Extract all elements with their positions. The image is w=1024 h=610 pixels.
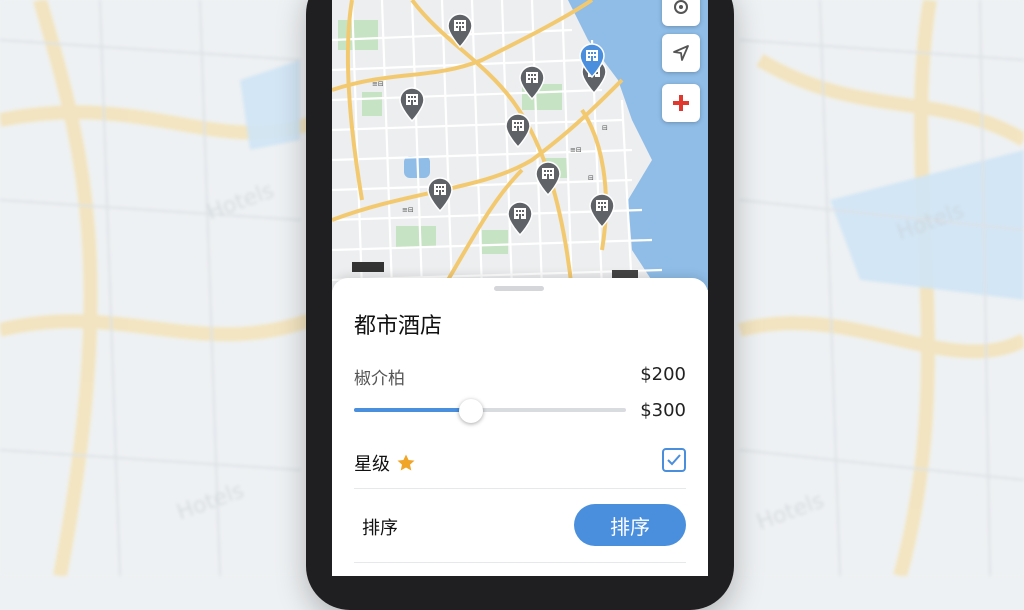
hotel-pin[interactable] <box>398 86 426 123</box>
sort-label: 排序 <box>362 518 398 539</box>
star-rating-label: 星级 <box>354 450 416 476</box>
star-rating-checkbox[interactable] <box>662 448 686 472</box>
price-slider-fill <box>354 408 471 412</box>
drag-handle[interactable] <box>494 286 544 291</box>
hotel-icon <box>399 87 425 123</box>
price-slider-track[interactable] <box>354 408 626 412</box>
price-label: 椒介柏 <box>354 369 405 389</box>
navigate-arrow-icon <box>673 45 689 61</box>
my-location-button[interactable] <box>662 34 700 72</box>
price-slider-thumb[interactable] <box>458 399 483 423</box>
svg-text:⊟: ⊟ <box>602 124 608 132</box>
star-label-text: 星级 <box>354 454 390 475</box>
sheet-title: 都市酒店 <box>354 314 443 339</box>
map-settings-button[interactable] <box>662 0 700 26</box>
price-min-value: $200 <box>640 364 686 385</box>
filter-sheet: 都市酒店 椒介柏 $200 $300 星级 排序 排序 <box>332 278 708 576</box>
price-max-value: $300 <box>640 400 686 421</box>
hotel-icon <box>589 193 615 229</box>
checkmark-icon <box>667 454 681 466</box>
divider-bottom <box>354 562 686 563</box>
svg-text:⊟: ⊟ <box>588 174 594 182</box>
hotel-pin[interactable] <box>506 200 534 237</box>
hotel-pin[interactable] <box>534 160 562 197</box>
hotel-icon <box>579 43 605 79</box>
hotel-pin-selected[interactable] <box>578 42 606 79</box>
svg-text:≡⊟: ≡⊟ <box>402 206 414 214</box>
star-icon <box>397 454 415 471</box>
hotel-icon <box>519 65 545 101</box>
hotel-pin[interactable] <box>518 64 546 101</box>
hotel-icon <box>447 13 473 49</box>
hotel-pin[interactable] <box>504 112 532 149</box>
hospital-layer-button[interactable] <box>662 84 700 122</box>
hospital-icon <box>673 95 689 111</box>
gear-icon <box>674 0 688 14</box>
svg-text:≡⊟: ≡⊟ <box>372 80 384 88</box>
hotel-icon <box>505 113 531 149</box>
hotel-pin[interactable] <box>588 192 616 229</box>
hotel-icon <box>535 161 561 197</box>
hotel-pin[interactable] <box>446 12 474 49</box>
app-screen: ≡⊟ ≡⊟ ≡⊟ ⊟ ⊟ 都市酒店 椒介柏 $200 $300 星级 排序 排序 <box>332 0 708 576</box>
hotel-icon <box>507 201 533 237</box>
divider <box>354 488 686 489</box>
svg-text:≡⊟: ≡⊟ <box>570 146 582 154</box>
hotel-pin[interactable] <box>426 176 454 213</box>
hotel-icon <box>427 177 453 213</box>
sort-button[interactable]: 排序 <box>574 504 686 546</box>
